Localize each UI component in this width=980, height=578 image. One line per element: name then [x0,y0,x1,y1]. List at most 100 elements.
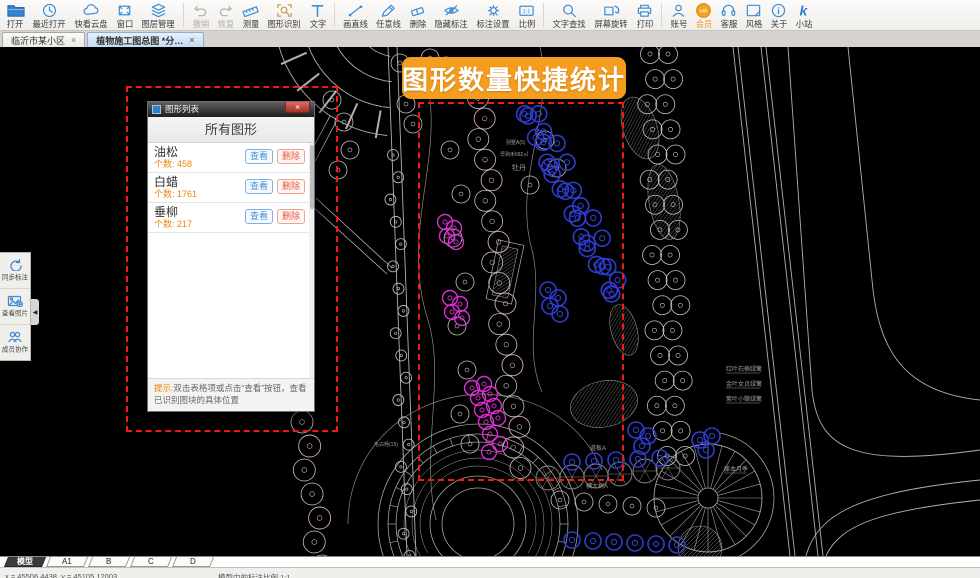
view-photos-button[interactable]: 查看照片 [0,289,30,325]
redo-button: 恢复 [213,1,238,30]
dialog-header: 所有图形 [148,117,314,143]
support-button[interactable]: 客服 [716,1,741,30]
dialog-title: 图形列表 [165,105,281,114]
delete-row-button[interactable]: 删除 [277,209,305,224]
text-search-button[interactable]: 文字查找 [548,1,590,30]
layers-icon [149,2,168,19]
drawing-label: 紫叶小檗绿篱 [726,395,762,403]
cloud-drive-button[interactable]: 快看云盘 [70,1,112,30]
graphics-list-row[interactable]: 垂柳个数: 217查看删除 [148,203,314,233]
settings-icon [484,2,503,19]
markup-scale-status: 模型中的标注比例 1:1 [218,572,291,578]
about-button[interactable]: 关于 [766,1,791,30]
sheet-tab-C[interactable]: C [130,557,172,567]
sheet-tabbar: 模型A1BCD [0,556,980,567]
cursor-coordinates: x = 45506.4438, y = 45105.12003 [5,572,117,578]
svg-text:1:1: 1:1 [523,9,531,15]
toolbar-label: 会员 [695,20,712,28]
toolbar-label: 关于 [770,20,787,28]
document-tab-1[interactable]: 临沂市某小区× [2,32,85,47]
toolbar-label: 任意线 [376,20,401,28]
graphics-list: 油松个数: 458查看删除白蜡个数: 1761查看删除垂柳个数: 217查看删除 [148,143,314,378]
toolbar-separator [661,3,662,27]
erase-icon [408,2,427,19]
freehand-line-button[interactable]: 任意线 [372,1,405,30]
view-button[interactable]: 查看 [245,209,273,224]
site-icon: k [794,2,813,19]
window-button[interactable]: 窗口 [112,1,137,30]
sheet-tab-B[interactable]: B [88,557,130,567]
graphics-list-row[interactable]: 油松个数: 458查看删除 [148,143,314,173]
drawing-label: 红叶石楠绿篱 [726,365,762,373]
dialog-titlebar[interactable]: 图形列表 × [148,102,314,117]
sheet-tab-D[interactable]: D [172,557,214,567]
measure-button[interactable]: 测量 [238,1,263,30]
hide-markup-icon [442,2,461,19]
promo-banner: 图形数量快捷统计 [402,57,626,99]
site-button[interactable]: k小站 [791,1,816,30]
drawing-label: 金叶女贞绿篱 [726,380,762,388]
graphics-list-row[interactable]: 白蜡个数: 1761查看删除 [148,173,314,203]
sync-markup-button[interactable]: 同步标注 [0,253,30,289]
undo-button: 撤销 [188,1,213,30]
recent-open-button[interactable]: 最近打开 [28,1,70,30]
open-button[interactable]: 打开 [3,1,28,30]
recognition-icon [275,2,294,19]
layer-manager-button[interactable]: 图层管理 [137,1,179,30]
drawing-label: 横大树A [586,482,608,490]
toolbar-label: 撤销 [192,20,209,28]
document-tabbar: 临沂市某小区×植物施工图总图 *分…× [0,31,980,47]
text-button[interactable]: 文字 [305,1,330,30]
promo-banner-text: 图形数量快捷统计 [402,60,626,97]
folder-open-icon [6,2,25,19]
sheet-tab-A1[interactable]: A1 [46,557,88,567]
markup-settings-button[interactable]: 标注设置 [472,1,514,30]
account-button[interactable]: 账号 [666,1,691,30]
line-icon [346,2,365,19]
hide-markup-button[interactable]: 隐藏标注 [430,1,472,30]
draw-line-button[interactable]: 画直线 [339,1,372,30]
toolbar-label: 风格 [745,20,762,28]
shape-recognition-button[interactable]: 图形识别 [263,1,305,30]
scale-button[interactable]: 1:1比例 [514,1,539,30]
drawing-label: 道板A [590,444,606,452]
toolbar-separator [543,3,544,27]
toolbar-label: 恢复 [217,20,234,28]
toolbar-label: 窗口 [116,20,133,28]
account-icon [669,2,688,19]
photo-icon [7,294,23,307]
toolbar-label: 隐藏标注 [435,20,468,28]
cloud-icon [82,2,101,19]
text-icon [308,2,327,19]
vip-button[interactable]: VIP 会员 [691,1,716,30]
tab-close-icon[interactable]: × [189,36,194,45]
side-button-label: 同步标注 [2,273,28,282]
print-button[interactable]: 打印 [632,1,657,30]
about-icon [769,2,788,19]
delete-row-button[interactable]: 删除 [277,179,305,194]
toolbar-label: 账号 [670,20,687,28]
scrollbar-thumb[interactable] [310,145,314,209]
tab-close-icon[interactable]: × [71,36,76,45]
svg-text:VIP: VIP [700,8,708,14]
cad-canvas[interactable]: 别墅A(5)早熟禾682㎡牡丹道板A横大树A毛白杨(15)红叶石楠绿篱金叶女贞绿… [0,47,980,556]
view-button[interactable]: 查看 [245,179,273,194]
view-button[interactable]: 查看 [245,149,273,164]
dialog-close-button[interactable]: × [285,102,310,113]
sheet-tab-模型[interactable]: 模型 [4,557,46,567]
delete-button[interactable]: 删除 [405,1,430,30]
toolbar-separator [334,3,335,27]
dialog-scrollbar[interactable] [309,143,314,378]
toolbar-label: 标注设置 [477,20,510,28]
delete-row-button[interactable]: 删除 [277,149,305,164]
document-tab-2[interactable]: 植物施工图总图 *分…× [87,32,203,47]
rotate-icon [602,2,621,19]
member-collab-button[interactable]: 成员协作 [0,325,30,360]
toolbar-label: 打开 [7,20,24,28]
toolbar-label: 图形识别 [267,20,300,28]
sidebar-collapse-handle[interactable]: ◀ [31,299,39,325]
rotate-screen-button[interactable]: 屏幕旋转 [590,1,632,30]
recent-icon [40,2,59,19]
toolbar-label: 小站 [795,20,812,28]
style-button[interactable]: 风格 [741,1,766,30]
